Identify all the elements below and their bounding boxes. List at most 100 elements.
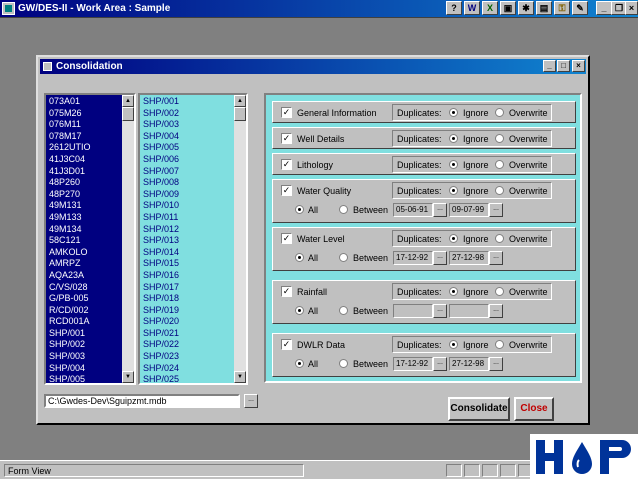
to-date-button[interactable]: ... — [489, 203, 503, 217]
source-list[interactable]: 073A01 075M26 076M11 078M17 2612UTIO 41J3C04 4… — [44, 93, 136, 385]
between-radio[interactable] — [339, 306, 348, 315]
list-item[interactable]: SHP/006 — [143, 154, 179, 166]
overwrite-radio[interactable] — [495, 234, 504, 243]
list-item[interactable]: G/PB-005 — [49, 293, 91, 305]
list-item[interactable]: 075M26 — [49, 108, 91, 120]
ignore-radio[interactable] — [449, 160, 458, 169]
scroll-down-icon[interactable]: ▼ — [234, 371, 246, 383]
general-info-checkbox[interactable]: ✓ — [281, 107, 292, 118]
app-minimize-button[interactable]: _ — [596, 1, 612, 15]
between-radio[interactable] — [339, 359, 348, 368]
target-list-scrollbar[interactable]: ▲ ▼ — [234, 95, 246, 383]
list-item[interactable]: SHP/012 — [143, 224, 179, 236]
window-icon[interactable]: ▣ — [500, 1, 516, 15]
list-item[interactable]: SHP/020 — [143, 316, 179, 328]
list-item[interactable]: 48P260 — [49, 177, 91, 189]
list-item[interactable]: AMRPZ — [49, 258, 91, 270]
list-item[interactable]: 58C121 — [49, 235, 91, 247]
list-item[interactable]: 073A01 — [49, 96, 91, 108]
scroll-thumb[interactable] — [234, 107, 246, 121]
from-date-field[interactable]: 05-06-91 — [393, 203, 433, 217]
list-item[interactable]: SHP/010 — [143, 200, 179, 212]
list-item[interactable]: SHP/004 — [49, 363, 91, 375]
list-item[interactable]: R/CD/002 — [49, 305, 91, 317]
edit-icon[interactable]: ✎ — [572, 1, 588, 15]
database-path-field[interactable]: C:\Gwdes-Dev\Sguipzmt.mdb — [44, 394, 240, 408]
to-date-button[interactable]: ... — [489, 357, 503, 371]
list-item[interactable]: SHP/022 — [143, 339, 179, 351]
list-item[interactable]: RCD001A — [49, 316, 91, 328]
list-item[interactable]: C/VS/028 — [49, 282, 91, 294]
list-item[interactable]: SHP/008 — [143, 177, 179, 189]
list-item[interactable]: 076M11 — [49, 119, 91, 131]
target-list[interactable]: SHP/001 SHP/002 SHP/003 SHP/004 SHP/005 SHP/0… — [138, 93, 248, 385]
tools-icon[interactable]: ✱ — [518, 1, 534, 15]
consolidate-button[interactable]: Consolidate — [448, 397, 510, 421]
ignore-radio[interactable] — [449, 234, 458, 243]
overwrite-radio[interactable] — [495, 160, 504, 169]
to-date-field[interactable] — [449, 304, 489, 318]
browse-button[interactable]: ... — [244, 394, 258, 408]
from-date-button[interactable]: ... — [433, 251, 447, 265]
ignore-radio[interactable] — [449, 108, 458, 117]
between-radio[interactable] — [339, 253, 348, 262]
scroll-thumb[interactable] — [122, 107, 134, 121]
dialog-maximize-button[interactable]: □ — [557, 60, 570, 72]
scroll-up-icon[interactable]: ▲ — [122, 95, 134, 107]
to-date-field[interactable]: 09-07-99 — [449, 203, 489, 217]
list-item[interactable]: SHP/002 — [143, 108, 179, 120]
chart-icon[interactable]: ▤ — [536, 1, 552, 15]
water-quality-checkbox[interactable]: ✓ — [281, 185, 292, 196]
excel-icon[interactable]: X — [482, 1, 498, 15]
dwlr-checkbox[interactable]: ✓ — [281, 339, 292, 350]
overwrite-radio[interactable] — [495, 134, 504, 143]
from-date-button[interactable]: ... — [433, 357, 447, 371]
app-icon[interactable] — [2, 2, 15, 15]
list-item[interactable]: SHP/016 — [143, 270, 179, 282]
list-item[interactable]: SHP/009 — [143, 189, 179, 201]
from-date-field[interactable]: 17-12-92 — [393, 251, 433, 265]
dialog-minimize-button[interactable]: _ — [543, 60, 556, 72]
list-item[interactable]: SHP/011 — [143, 212, 179, 224]
from-date-field[interactable] — [393, 304, 433, 318]
list-item[interactable]: 48P270 — [49, 189, 91, 201]
all-radio[interactable] — [295, 205, 304, 214]
app-close-button[interactable]: × — [625, 1, 638, 15]
list-item[interactable]: SHP/007 — [143, 166, 179, 178]
list-item[interactable]: 41J3D01 — [49, 166, 91, 178]
all-radio[interactable] — [295, 253, 304, 262]
all-radio[interactable] — [295, 359, 304, 368]
list-item[interactable]: SHP/003 — [143, 119, 179, 131]
list-item[interactable]: SHP/019 — [143, 305, 179, 317]
source-list-scrollbar[interactable]: ▲ ▼ — [122, 95, 134, 383]
to-date-field[interactable]: 27-12-98 — [449, 357, 489, 371]
to-date-button[interactable]: ... — [489, 251, 503, 265]
to-date-field[interactable]: 27-12-98 — [449, 251, 489, 265]
list-item[interactable]: SHP/015 — [143, 258, 179, 270]
overwrite-radio[interactable] — [495, 340, 504, 349]
scroll-up-icon[interactable]: ▲ — [234, 95, 246, 107]
list-item[interactable]: 2612UTIO — [49, 142, 91, 154]
list-item[interactable]: 49M133 — [49, 212, 91, 224]
list-item[interactable]: AQA23A — [49, 270, 91, 282]
lithology-checkbox[interactable]: ✓ — [281, 159, 292, 170]
dialog-close-button[interactable]: × — [572, 60, 585, 72]
overwrite-radio[interactable] — [495, 108, 504, 117]
all-radio[interactable] — [295, 306, 304, 315]
list-item[interactable]: 078M17 — [49, 131, 91, 143]
list-item[interactable]: 41J3C04 — [49, 154, 91, 166]
from-date-button[interactable]: ... — [433, 203, 447, 217]
well-details-checkbox[interactable]: ✓ — [281, 133, 292, 144]
key-icon[interactable]: ⚿ — [554, 1, 570, 15]
list-item[interactable]: 49M131 — [49, 200, 91, 212]
list-item[interactable]: SHP/017 — [143, 282, 179, 294]
list-item[interactable]: SHP/004 — [143, 131, 179, 143]
list-item[interactable]: SHP/021 — [143, 328, 179, 340]
ignore-radio[interactable] — [449, 186, 458, 195]
list-item[interactable]: AMKOLO — [49, 247, 91, 259]
scroll-down-icon[interactable]: ▼ — [122, 371, 134, 383]
between-radio[interactable] — [339, 205, 348, 214]
list-item[interactable]: SHP/014 — [143, 247, 179, 259]
list-item[interactable]: SHP/005 — [143, 142, 179, 154]
list-item[interactable]: SHP/023 — [143, 351, 179, 363]
